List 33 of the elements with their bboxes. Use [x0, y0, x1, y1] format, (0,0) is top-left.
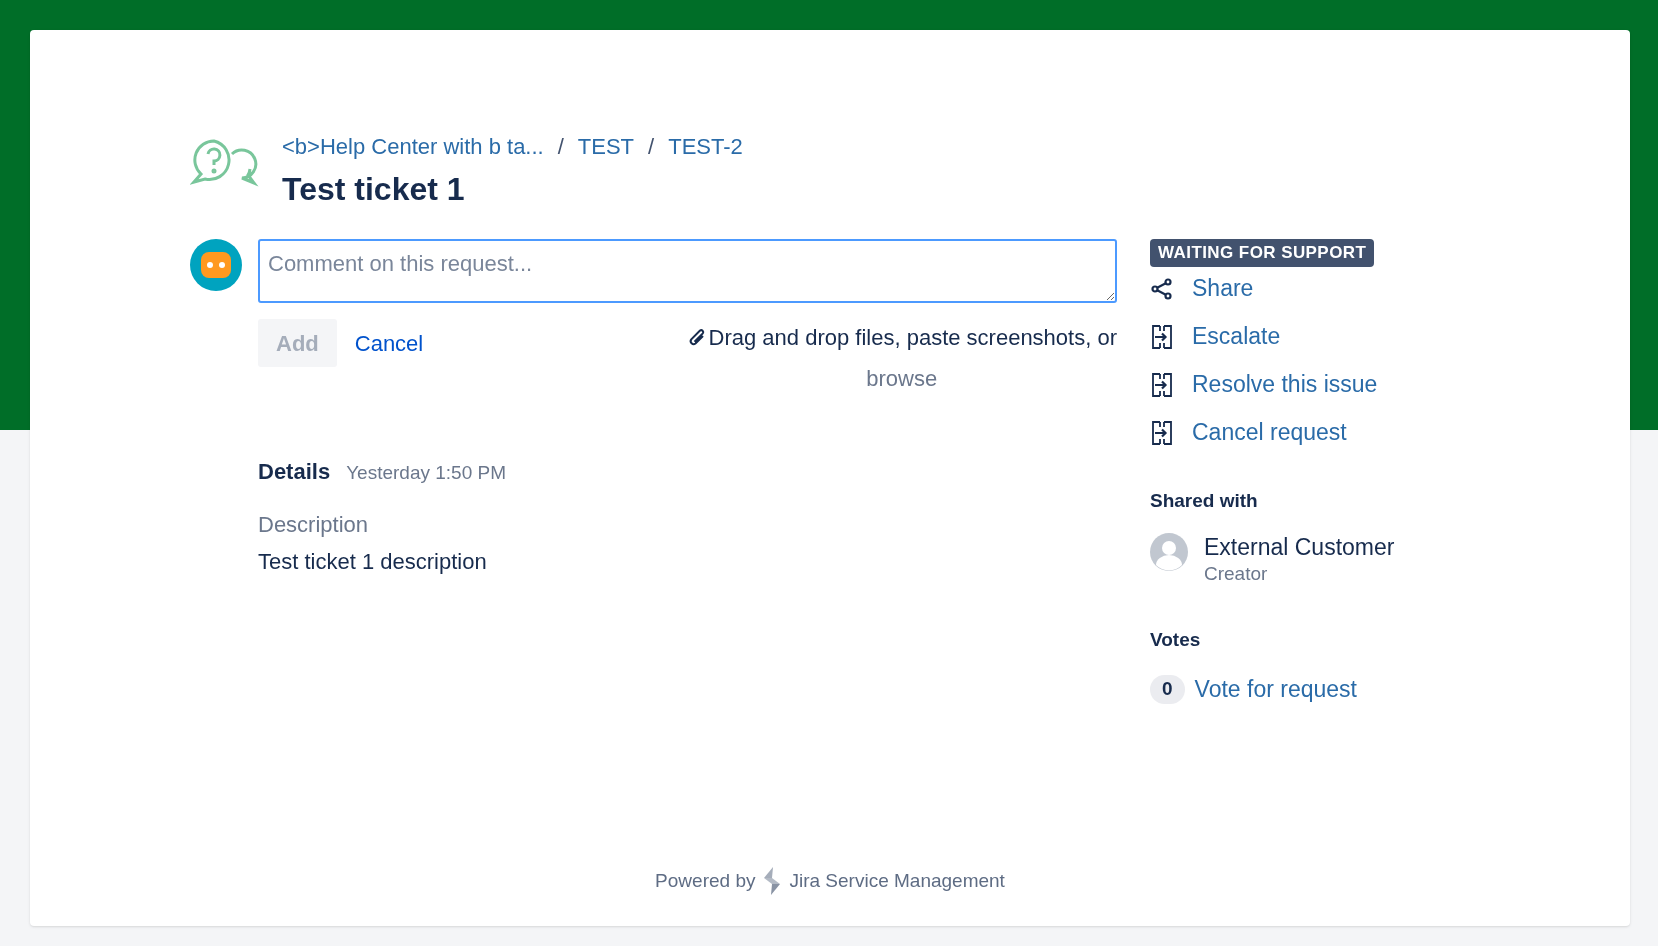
action-link[interactable]: Cancel request: [1192, 415, 1347, 450]
breadcrumb-link[interactable]: TEST-2: [668, 130, 743, 163]
powered-by-text: Powered by: [655, 868, 756, 893]
person-role: Creator: [1204, 561, 1269, 586]
breadcrumb-separator: /: [648, 133, 655, 161]
breadcrumb-separator: /: [557, 133, 564, 161]
product-name: Jira Service Management: [789, 868, 1005, 893]
attach-hint: Drag and drop files, paste screenshots, or: [708, 324, 1117, 352]
share-icon: [1150, 276, 1174, 301]
votes-heading: Votes: [1150, 627, 1202, 652]
transition-icon: [1150, 323, 1174, 350]
details-heading: Details: [258, 458, 331, 486]
breadcrumb-link[interactable]: <b>Help Center with b ta...: [282, 130, 544, 163]
shared-with-heading: Shared with: [1150, 488, 1259, 513]
person-avatar: [1150, 533, 1188, 571]
description-label: Description: [258, 511, 370, 539]
comment-field[interactable]: Comment on this request...: [258, 239, 1117, 303]
transition-icon: [1150, 371, 1174, 398]
breadcrumb-link[interactable]: TEST: [577, 130, 635, 163]
details-time: Yesterday 1:50 PM: [346, 461, 506, 485]
browse-link[interactable]: browse: [866, 362, 938, 395]
page-title: Test ticket 1: [282, 170, 466, 209]
person-name: External Customer: [1204, 533, 1395, 562]
vote-count: 0: [1150, 675, 1185, 704]
user-avatar: [190, 239, 242, 291]
vote-link[interactable]: Vote for request: [1194, 672, 1357, 707]
action-link[interactable]: Share: [1192, 271, 1254, 306]
action-link[interactable]: Resolve this issue: [1192, 367, 1378, 402]
description-text: Test ticket 1 description: [258, 548, 488, 576]
action-link[interactable]: Escalate: [1192, 319, 1281, 354]
status-badge: WAITING FOR SUPPORT: [1150, 239, 1375, 267]
cancel-button[interactable]: Cancel: [336, 319, 442, 367]
transition-icon: [1150, 419, 1174, 446]
